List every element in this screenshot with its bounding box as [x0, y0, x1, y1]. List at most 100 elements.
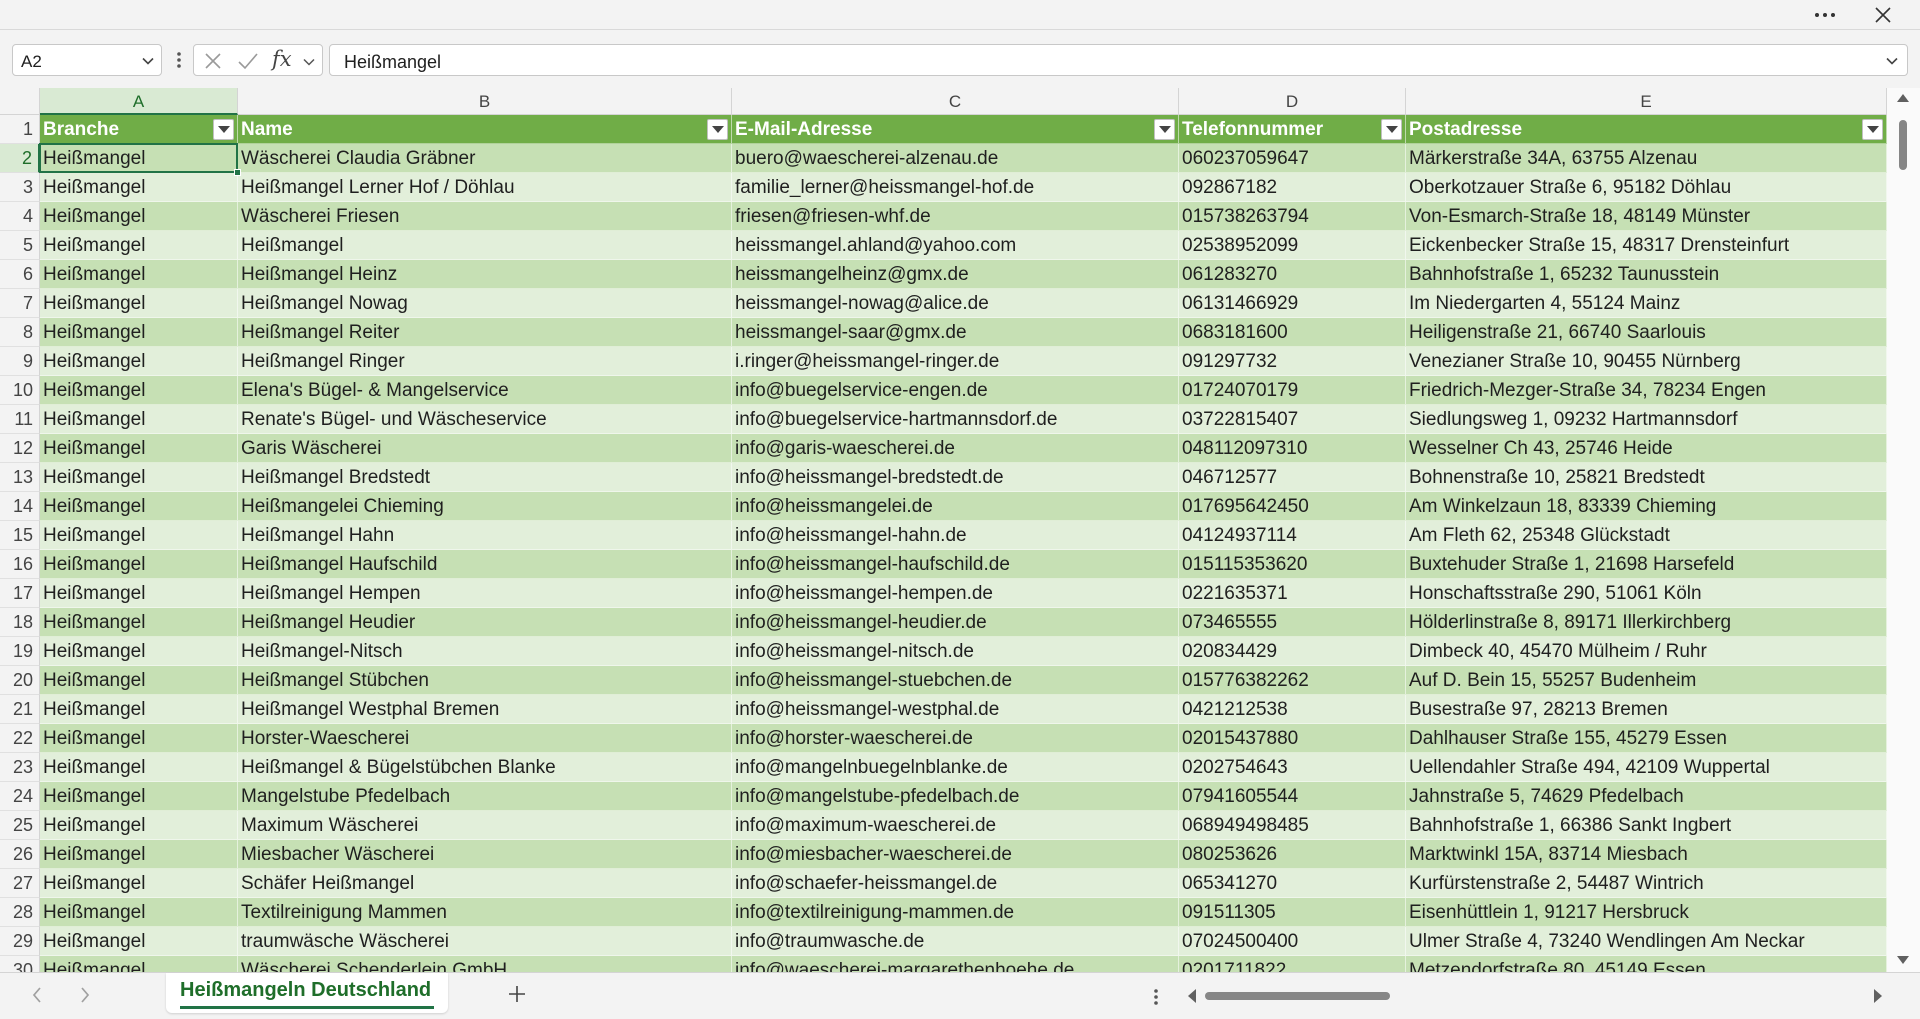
more-options-button[interactable]	[1802, 0, 1848, 30]
row-header-21[interactable]: 21	[0, 695, 40, 724]
table-cell[interactable]: Bahnhofstraße 1, 65232 Taunusstein	[1406, 260, 1887, 289]
table-cell[interactable]: Heißmangel	[40, 579, 238, 608]
table-cell[interactable]: Heißmangel	[40, 637, 238, 666]
table-cell[interactable]: Märkerstraße 34A, 63755 Alzenau	[1406, 144, 1887, 173]
table-cell[interactable]: Von-Esmarch-Straße 18, 48149 Münster	[1406, 202, 1887, 231]
vertical-scroll-thumb[interactable]	[1899, 120, 1907, 170]
table-header-cell[interactable]: Postadresse	[1406, 115, 1887, 144]
table-cell[interactable]: Horster-Waescherei	[238, 724, 732, 753]
table-cell[interactable]: Heißmangel	[40, 144, 238, 173]
filter-dropdown-button[interactable]	[213, 119, 234, 140]
table-cell[interactable]: Busestraße 97, 28213 Bremen	[1406, 695, 1887, 724]
table-cell[interactable]: buero@waescherei-alzenau.de	[732, 144, 1179, 173]
table-cell[interactable]: Heißmangel	[238, 231, 732, 260]
row-header-28[interactable]: 28	[0, 898, 40, 927]
table-cell[interactable]: info@heissmangel-nitsch.de	[732, 637, 1179, 666]
table-cell[interactable]: Heißmangel Lerner Hof / Döhlau	[238, 173, 732, 202]
table-cell[interactable]: 02015437880	[1179, 724, 1406, 753]
table-cell[interactable]: Maximum Wäscherei	[238, 811, 732, 840]
table-cell[interactable]: Heißmangel	[40, 927, 238, 956]
row-header-15[interactable]: 15	[0, 521, 40, 550]
table-cell[interactable]: friesen@friesen-whf.de	[732, 202, 1179, 231]
table-cell[interactable]: Dimbeck 40, 45470 Mülheim / Ruhr	[1406, 637, 1887, 666]
horizontal-scroll-thumb[interactable]	[1205, 992, 1390, 1000]
table-cell[interactable]: info@buegelservice-engen.de	[732, 376, 1179, 405]
table-cell[interactable]: Friedrich-Mezger-Straße 34, 78234 Engen	[1406, 376, 1887, 405]
table-cell[interactable]: info@schaefer-heissmangel.de	[732, 869, 1179, 898]
table-cell[interactable]: Heißmangel	[40, 753, 238, 782]
vertical-ellipsis-icon[interactable]	[1150, 986, 1162, 1008]
row-header-16[interactable]: 16	[0, 550, 40, 579]
table-cell[interactable]: Hölderlinstraße 8, 89171 Illerkirchberg	[1406, 608, 1887, 637]
filter-dropdown-button[interactable]	[1381, 119, 1402, 140]
table-cell[interactable]: 061283270	[1179, 260, 1406, 289]
row-header-3[interactable]: 3	[0, 173, 40, 202]
table-cell[interactable]: 04124937114	[1179, 521, 1406, 550]
sheet-tab-active[interactable]: Heißmangeln Deutschland	[166, 973, 448, 1013]
table-cell[interactable]: 017695642450	[1179, 492, 1406, 521]
table-cell[interactable]: info@maximum-waescherei.de	[732, 811, 1179, 840]
table-cell[interactable]: Heißmangel Stübchen	[238, 666, 732, 695]
table-cell[interactable]: Heißmangel	[40, 260, 238, 289]
row-header-20[interactable]: 20	[0, 666, 40, 695]
table-cell[interactable]: 065341270	[1179, 869, 1406, 898]
column-header-b[interactable]: B	[238, 88, 732, 115]
table-cell[interactable]: Wäscherei Schenderlein GmbH	[238, 956, 732, 972]
table-cell[interactable]: Wäscherei Friesen	[238, 202, 732, 231]
table-cell[interactable]: Heißmangelei Chieming	[238, 492, 732, 521]
table-cell[interactable]: Bohnenstraße 10, 25821 Bredstedt	[1406, 463, 1887, 492]
x-icon[interactable]	[202, 50, 224, 72]
table-cell[interactable]: 015115353620	[1179, 550, 1406, 579]
table-cell[interactable]: 060237059647	[1179, 144, 1406, 173]
table-cell[interactable]: traumwäsche Wäscherei	[238, 927, 732, 956]
table-cell[interactable]: Heißmangel Heinz	[238, 260, 732, 289]
table-cell[interactable]: Heißmangel Nowag	[238, 289, 732, 318]
scroll-left-icon[interactable]	[1186, 986, 1198, 1006]
table-cell[interactable]: 0421212538	[1179, 695, 1406, 724]
table-cell[interactable]: Heißmangel	[40, 782, 238, 811]
table-cell[interactable]: Am Winkelzaun 18, 83339 Chieming	[1406, 492, 1887, 521]
table-cell[interactable]: info@heissmangel-hempen.de	[732, 579, 1179, 608]
row-header-22[interactable]: 22	[0, 724, 40, 753]
formula-input[interactable]: Heißmangel	[329, 44, 1908, 76]
checkmark-icon[interactable]	[236, 50, 260, 72]
table-cell[interactable]: heissmangel-saar@gmx.de	[732, 318, 1179, 347]
row-header-29[interactable]: 29	[0, 927, 40, 956]
table-cell[interactable]: 092867182	[1179, 173, 1406, 202]
table-cell[interactable]: info@textilreinigung-mammen.de	[732, 898, 1179, 927]
plus-icon[interactable]	[506, 983, 528, 1005]
table-cell[interactable]: info@heissmangel-hahn.de	[732, 521, 1179, 550]
table-cell[interactable]: i.ringer@heissmangel-ringer.de	[732, 347, 1179, 376]
table-cell[interactable]: Bahnhofstraße 1, 66386 Sankt Ingbert	[1406, 811, 1887, 840]
table-cell[interactable]: Heißmangel	[40, 347, 238, 376]
table-cell[interactable]: 046712577	[1179, 463, 1406, 492]
table-cell[interactable]: Marktwinkl 15A, 83714 Miesbach	[1406, 840, 1887, 869]
table-cell[interactable]: Heißmangel Bredstedt	[238, 463, 732, 492]
table-cell[interactable]: Heißmangel	[40, 231, 238, 260]
table-header-cell[interactable]: E-Mail-Adresse	[732, 115, 1179, 144]
row-header-24[interactable]: 24	[0, 782, 40, 811]
row-header-30[interactable]: 30	[0, 956, 40, 972]
table-cell[interactable]: 073465555	[1179, 608, 1406, 637]
column-header-c[interactable]: C	[732, 88, 1179, 115]
vertical-ellipsis-icon[interactable]	[173, 48, 185, 72]
horizontal-scrollbar[interactable]	[1205, 992, 1865, 1000]
row-header-23[interactable]: 23	[0, 753, 40, 782]
table-cell[interactable]: 0201711822	[1179, 956, 1406, 972]
table-cell[interactable]: 06131466929	[1179, 289, 1406, 318]
table-cell[interactable]: Wäscherei Claudia Gräbner	[238, 144, 732, 173]
filter-dropdown-button[interactable]	[1154, 119, 1175, 140]
table-cell[interactable]: Uellendahler Straße 494, 42109 Wuppertal	[1406, 753, 1887, 782]
table-cell[interactable]: Auf D. Bein 15, 55257 Budenheim	[1406, 666, 1887, 695]
row-header-26[interactable]: 26	[0, 840, 40, 869]
row-header-17[interactable]: 17	[0, 579, 40, 608]
row-header-10[interactable]: 10	[0, 376, 40, 405]
table-cell[interactable]: info@miesbacher-waescherei.de	[732, 840, 1179, 869]
row-header-18[interactable]: 18	[0, 608, 40, 637]
table-cell[interactable]: Buxtehuder Straße 1, 21698 Harsefeld	[1406, 550, 1887, 579]
chevron-down-icon[interactable]	[302, 55, 316, 69]
expand-formula-icon[interactable]	[1885, 54, 1899, 68]
table-cell[interactable]: Heißmangel Ringer	[238, 347, 732, 376]
table-cell[interactable]: Heißmangel	[40, 521, 238, 550]
table-cell[interactable]: Heißmangel	[40, 289, 238, 318]
